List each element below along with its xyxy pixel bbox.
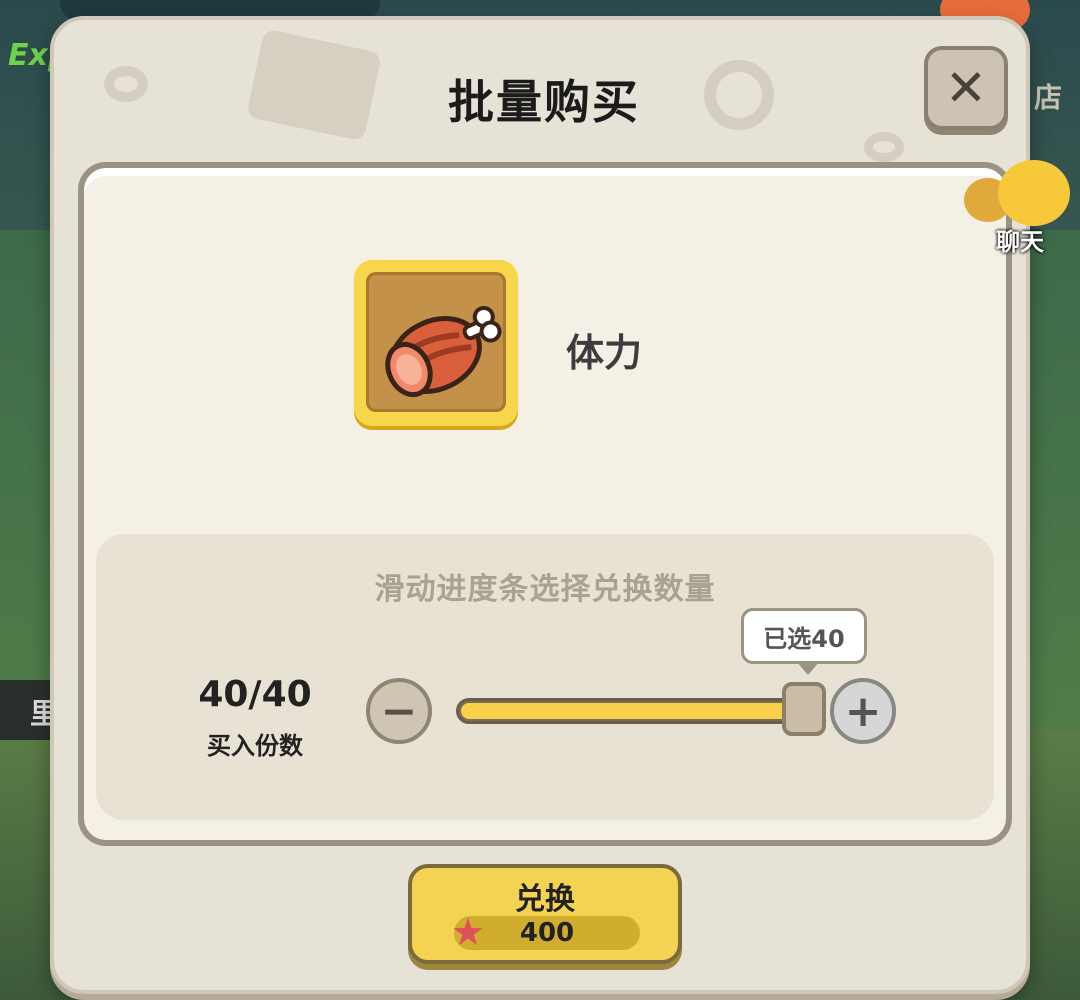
chat-face-icon — [998, 160, 1070, 226]
close-icon: ✕ — [945, 59, 987, 117]
dialog-title: 批量购买 — [448, 75, 640, 129]
decoration-ring-small — [864, 132, 904, 162]
purchase-count: 40/40 — [198, 674, 312, 715]
item-slot — [354, 260, 518, 426]
quantity-slider-track[interactable] — [456, 698, 826, 724]
tooltip-tail — [796, 661, 820, 675]
increase-button[interactable]: + — [830, 678, 896, 744]
plus-icon: + — [844, 685, 882, 737]
minus-icon: − — [380, 685, 418, 737]
chat-label: 聊天 — [996, 228, 1044, 256]
slider-area: 滑动进度条选择兑换数量 40/40 买入份数 − 已选40 + — [96, 534, 994, 820]
quantity-slider-fill — [461, 703, 821, 719]
close-button[interactable]: ✕ — [924, 46, 1008, 130]
decrease-button[interactable]: − — [366, 678, 432, 744]
content-panel: 体力 滑动进度条选择兑换数量 40/40 买入份数 − 已选40 + — [78, 162, 1012, 846]
background-shop-label: 店 — [1034, 81, 1063, 114]
exchange-button[interactable]: 兑换 400 ★ — [408, 864, 682, 964]
item-name: 体力 — [566, 331, 643, 375]
chat-button[interactable]: 聊天 — [962, 160, 1078, 256]
selected-quantity-tooltip: 已选40 — [741, 608, 867, 675]
slider-hint: 滑动进度条选择兑换数量 — [374, 572, 716, 607]
selected-quantity-text: 已选40 — [763, 624, 845, 653]
starfish-icon: ★ — [450, 910, 486, 954]
purchase-count-label: 买入份数 — [207, 732, 303, 760]
batch-buy-dialog: 批量购买 ✕ 体力 滑动进度条选择兑换数量 40/40 买入份数 − 已选40 … — [50, 16, 1030, 994]
meat-icon — [385, 305, 502, 398]
item-slot-inner — [366, 272, 506, 412]
quantity-slider-thumb[interactable] — [782, 682, 826, 736]
